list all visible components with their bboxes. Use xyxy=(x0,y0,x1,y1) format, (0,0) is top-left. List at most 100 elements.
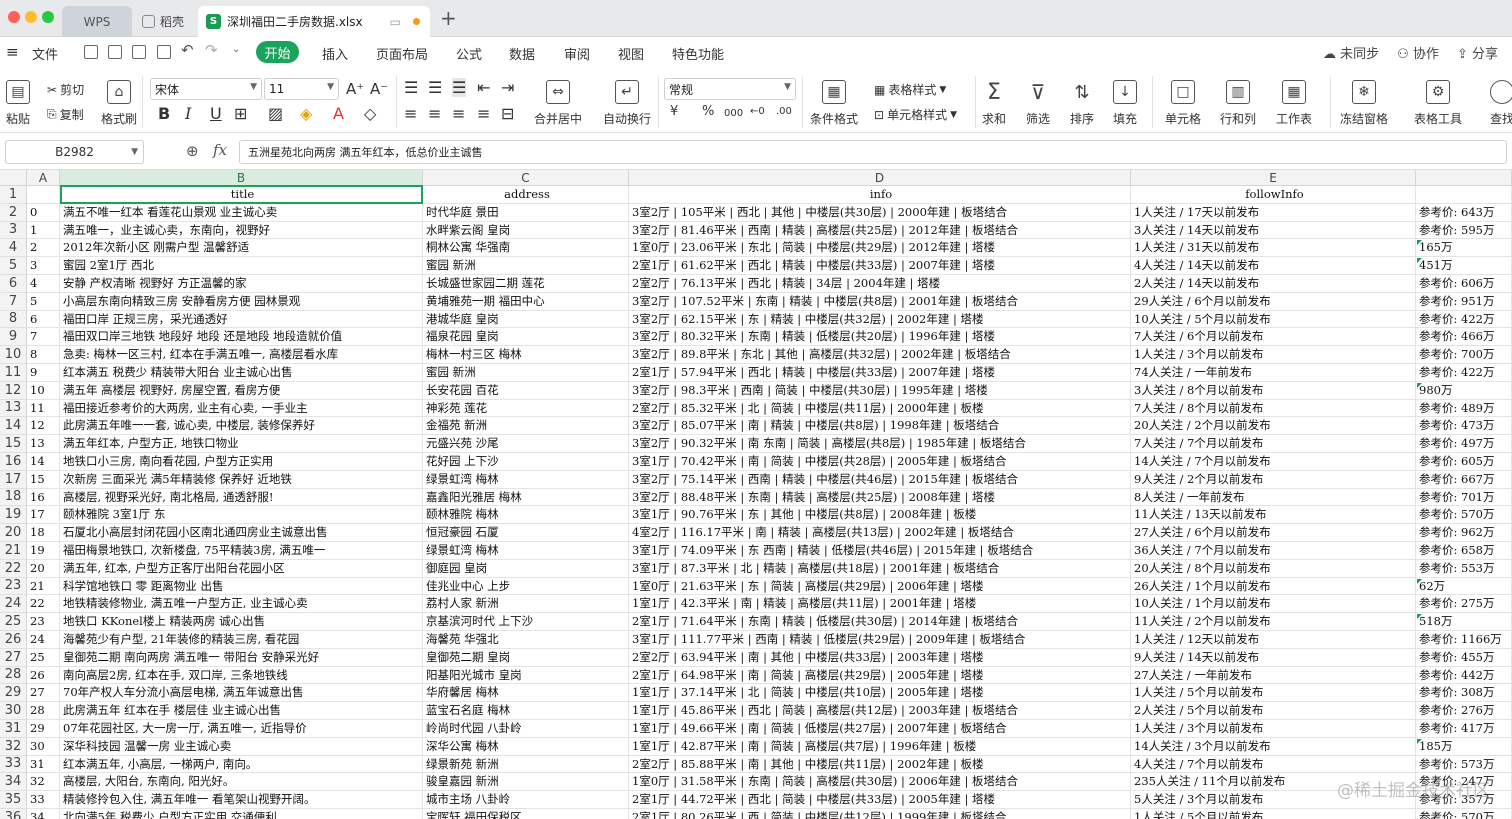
cell-e[interactable]: 20人关注 / 8个月以前发布 xyxy=(1131,559,1416,578)
collab-button[interactable]: ⚇ 协作 xyxy=(1397,43,1439,62)
hamburger-icon[interactable]: ≡ xyxy=(6,43,19,61)
cell-e[interactable]: 9人关注 / 2个月以前发布 xyxy=(1131,470,1416,489)
cell-a[interactable]: 29 xyxy=(27,720,60,738)
row-header[interactable]: 15 xyxy=(0,435,27,453)
cell-a[interactable]: 10 xyxy=(27,381,60,400)
cell-b[interactable]: 高楼层, 视野采光好, 南北格局, 通透舒服! xyxy=(60,488,423,507)
cell-e1[interactable]: followInfo xyxy=(1131,186,1416,204)
cell-a[interactable]: 5 xyxy=(27,292,60,311)
cell-b[interactable]: 07年花园社区, 大一房一厅, 满五唯一, 近指导价 xyxy=(60,720,423,738)
redo-icon[interactable]: ↷ xyxy=(205,41,218,59)
cell-b[interactable]: 福田双口岸三地铁 地段好 地段 还是地段 地段造就价值 xyxy=(60,328,423,347)
row-header[interactable]: 8 xyxy=(0,310,27,329)
cell-d[interactable]: 1室1厅 | 49.66平米 | 南 | 简装 | 低楼层(共27层) | 20… xyxy=(629,720,1131,738)
cell-a[interactable]: 8 xyxy=(27,346,60,364)
cell-f[interactable]: 参考价: 667万 xyxy=(1416,470,1512,489)
tab-daoke[interactable]: 稻壳 xyxy=(136,6,196,37)
cell-d[interactable]: 3室2厅 | 62.15平米 | 东 | 精装 | 中楼层(共32层) | 20… xyxy=(629,310,1131,329)
clear-icon[interactable]: ◇ xyxy=(364,104,376,123)
cell-c[interactable]: 京基滨河时代 上下沙 xyxy=(423,613,629,631)
cell-d[interactable]: 3室2厅 | 81.46平米 | 西南 | 精装 | 高楼层(共25层) | 2… xyxy=(629,221,1131,240)
distribute-icon[interactable]: ⊟ xyxy=(501,104,514,123)
cell-e[interactable]: 11人关注 / 13天以前发布 xyxy=(1131,506,1416,525)
cell-b[interactable]: 深华科技园 温馨一房 业主诚心卖 xyxy=(60,737,423,756)
cell-f[interactable]: 参考价: 422万 xyxy=(1416,310,1512,329)
cell-a[interactable]: 23 xyxy=(27,613,60,631)
cell-a[interactable]: 16 xyxy=(27,488,60,507)
cell-e[interactable]: 20人关注 / 2个月以前发布 xyxy=(1131,417,1416,436)
cell-d[interactable]: 3室2厅 | 89.8平米 | 东北 | 其他 | 高楼层(共32层) | 20… xyxy=(629,346,1131,364)
sort-button[interactable]: ⇅ 排序 xyxy=(1070,80,1094,127)
cell-c[interactable]: 蜜园 新洲 xyxy=(423,364,629,382)
cell-f[interactable]: 参考价: 489万 xyxy=(1416,399,1512,418)
cell-e[interactable]: 36人关注 / 7个月以前发布 xyxy=(1131,542,1416,560)
cell-d[interactable]: 1室1厅 | 42.3平米 | 南 | 精装 | 高楼层(共11层) | 200… xyxy=(629,595,1131,614)
function-icon[interactable]: fx xyxy=(213,141,227,159)
cell-e[interactable]: 2人关注 / 5个月以前发布 xyxy=(1131,702,1416,720)
row-header[interactable]: 33 xyxy=(0,755,27,774)
border-icon[interactable]: ⊞ xyxy=(234,104,247,123)
currency-icon[interactable]: ¥ xyxy=(670,104,678,119)
cell-a[interactable]: 14 xyxy=(27,453,60,471)
indent-increase-icon[interactable]: ⇥ xyxy=(501,78,514,97)
bold-icon[interactable]: B xyxy=(158,104,170,123)
row-header[interactable]: 35 xyxy=(0,791,27,809)
cell-d[interactable]: 2室2厅 | 63.94平米 | 南 | 其他 | 中楼层(共33层) | 20… xyxy=(629,648,1131,667)
cell-b[interactable]: 蜜园 2室1厅 西北 xyxy=(60,257,423,275)
cell-a[interactable]: 34 xyxy=(27,809,60,819)
cell-a[interactable]: 27 xyxy=(27,684,60,703)
row-header[interactable]: 11 xyxy=(0,364,27,382)
row-header[interactable]: 5 xyxy=(0,257,27,275)
wrap-text-button[interactable]: ↵ 自动换行 xyxy=(603,80,651,127)
number-format-select[interactable]: 常规 ▼ xyxy=(664,78,796,100)
merge-center-button[interactable]: ⇔ 合并居中 xyxy=(534,80,582,127)
cell-f[interactable]: 参考价: 951万 xyxy=(1416,292,1512,311)
cell-d[interactable]: 2室1厅 | 71.64平米 | 东南 | 精装 | 低楼层(共30层) | 2… xyxy=(629,613,1131,631)
align-middle-icon[interactable]: ☰ xyxy=(428,78,442,97)
cell-d[interactable]: 4室2厅 | 116.17平米 | 南 | 精装 | 高楼层(共13层) | 2… xyxy=(629,524,1131,542)
cell-f[interactable]: 参考价: 570万 xyxy=(1416,809,1512,819)
cell-f[interactable]: 参考价: 658万 xyxy=(1416,542,1512,560)
cell-a[interactable]: 33 xyxy=(27,791,60,809)
cell-c[interactable]: 恒冠豪园 石厦 xyxy=(423,524,629,542)
cell-e[interactable]: 10人关注 / 5个月以前发布 xyxy=(1131,310,1416,329)
cell-e[interactable]: 3人关注 / 14天以前发布 xyxy=(1131,221,1416,240)
cell-d[interactable]: 1室0厅 | 31.58平米 | 东南 | 简装 | 高楼层(共30层) | 2… xyxy=(629,773,1131,792)
cell-d[interactable]: 2室2厅 | 85.32平米 | 北 | 简装 | 中楼层(共11层) | 20… xyxy=(629,399,1131,418)
justify-icon[interactable]: ≡ xyxy=(477,104,490,123)
row-header[interactable]: 18 xyxy=(0,488,27,507)
tab-insert[interactable]: 插入 xyxy=(322,44,348,63)
row-header[interactable]: 22 xyxy=(0,559,27,578)
cell-e[interactable]: 1人关注 / 31天以前发布 xyxy=(1131,239,1416,258)
cell-grid[interactable]: title address info followInfo 0 满五不唯一红本 看… xyxy=(27,186,1512,819)
cell-e[interactable]: 29人关注 / 6个月以前发布 xyxy=(1131,292,1416,311)
cell-b[interactable]: 满五年红本, 户型方正, 地铁口物业 xyxy=(60,435,423,453)
cell-f[interactable]: 518万 xyxy=(1416,613,1512,631)
row-header[interactable]: 19 xyxy=(0,506,27,525)
row-header[interactable]: 28 xyxy=(0,666,27,685)
cell-c[interactable]: 岭尚时代园 八卦岭 xyxy=(423,720,629,738)
font-size-select[interactable]: 11 ▼ xyxy=(264,78,339,100)
row-header[interactable]: 26 xyxy=(0,631,27,649)
cell-a[interactable]: 20 xyxy=(27,559,60,578)
cell-b[interactable]: 满五年, 红本, 户型方正客厅出阳台花园小区 xyxy=(60,559,423,578)
select-all-corner[interactable] xyxy=(0,170,27,186)
cut-button[interactable]: ✂ 剪切 xyxy=(47,81,84,98)
cell-b[interactable]: 小高层东南向精致三房 安静看房方便 园林景观 xyxy=(60,292,423,311)
row-header[interactable]: 32 xyxy=(0,737,27,756)
cell-c[interactable]: 绿景虹湾 梅林 xyxy=(423,542,629,560)
cell-f[interactable]: 参考价: 308万 xyxy=(1416,684,1512,703)
cell-fill-icon[interactable]: ▨ xyxy=(268,104,283,123)
cell-a[interactable]: 12 xyxy=(27,417,60,436)
row-header[interactable]: 27 xyxy=(0,648,27,667)
cell-f[interactable]: 参考价: 570万 xyxy=(1416,506,1512,525)
cell-b[interactable]: 此房满五年 红本在手 楼层佳 业主诚心出售 xyxy=(60,702,423,720)
tab-start[interactable]: 开始 xyxy=(256,41,299,63)
cell-c[interactable]: 时代华庭 景田 xyxy=(423,203,629,222)
increase-font-icon[interactable]: A⁺ xyxy=(346,80,364,98)
fill-button[interactable]: ↓ 填充 xyxy=(1113,80,1137,127)
worksheet-button[interactable]: ▦ 工作表 xyxy=(1276,80,1312,127)
row-header[interactable]: 10 xyxy=(0,346,27,364)
row-header[interactable]: 30 xyxy=(0,702,27,720)
cell-e[interactable]: 74人关注 / 一年前发布 xyxy=(1131,364,1416,382)
